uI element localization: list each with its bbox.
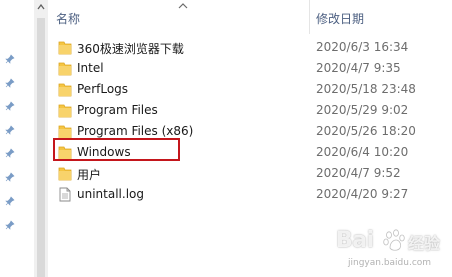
- file-name: PerfLogs: [77, 82, 129, 96]
- file-row[interactable]: PerfLogs 2020/5/18 23:48: [48, 80, 452, 101]
- nav-pane-scrollbar[interactable]: [34, 0, 48, 277]
- file-date-modified: 2020/4/20 9:27: [316, 187, 409, 201]
- file-row[interactable]: Program Files 2020/5/29 9:02: [48, 101, 452, 122]
- file-date-modified: 2020/6/4 10:20: [316, 145, 409, 159]
- folder-icon: [58, 83, 72, 97]
- pin-icon[interactable]: [5, 148, 15, 158]
- file-name: Windows: [77, 145, 131, 159]
- pin-icon[interactable]: [5, 220, 15, 230]
- column-header-name[interactable]: 名称: [56, 10, 80, 27]
- file-row[interactable]: Intel 2020/4/7 9:35: [48, 59, 452, 80]
- scroll-up-button[interactable]: [34, 0, 48, 14]
- folder-icon: [58, 41, 72, 55]
- column-header-date-modified[interactable]: 修改日期: [316, 10, 364, 27]
- folder-icon: [58, 125, 72, 139]
- pin-icon[interactable]: [5, 54, 15, 64]
- column-header-row: 名称 修改日期: [48, 0, 452, 34]
- sort-ascending-icon: [178, 3, 188, 9]
- file-name: 用户: [77, 168, 102, 182]
- scrollbar-thumb[interactable]: [37, 18, 45, 277]
- file-date-modified: 2020/6/3 16:34: [316, 40, 409, 54]
- pin-icon[interactable]: [5, 172, 15, 182]
- file-date-modified: 2020/5/18 23:48: [316, 82, 416, 96]
- file-list: 360极速浏览器下载 2020/6/3 16:34 Intel 2020/4/7…: [48, 34, 452, 277]
- navigation-pane: [0, 0, 30, 277]
- file-name: 360极速浏览器下载: [77, 42, 184, 56]
- chevron-up-icon: [37, 4, 45, 10]
- folder-icon: [58, 146, 72, 160]
- file-row[interactable]: unintall.log 2020/4/20 9:27: [48, 185, 452, 206]
- file-name: Intel: [77, 61, 104, 75]
- file-row[interactable]: 用户 2020/4/7 9:52: [48, 164, 452, 185]
- pin-icon[interactable]: [5, 125, 15, 135]
- file-name: Program Files: [77, 103, 158, 117]
- folder-icon: [58, 62, 72, 76]
- text-file-icon: [59, 187, 71, 202]
- file-row[interactable]: Windows 2020/6/4 10:20: [48, 143, 452, 164]
- column-divider[interactable]: [309, 0, 310, 34]
- file-row[interactable]: Program Files (x86) 2020/5/26 18:20: [48, 122, 452, 143]
- file-name: Program Files (x86): [77, 124, 194, 138]
- file-row[interactable]: 360极速浏览器下载 2020/6/3 16:34: [48, 38, 452, 59]
- pin-icon[interactable]: [5, 196, 15, 206]
- file-name: unintall.log: [77, 187, 144, 201]
- folder-icon: [58, 104, 72, 118]
- file-date-modified: 2020/5/26 18:20: [316, 124, 416, 138]
- pin-icon[interactable]: [5, 78, 15, 88]
- file-date-modified: 2020/5/29 9:02: [316, 103, 409, 117]
- folder-icon: [58, 167, 72, 181]
- pin-icon[interactable]: [5, 101, 15, 111]
- file-date-modified: 2020/4/7 9:35: [316, 61, 401, 75]
- file-date-modified: 2020/4/7 9:52: [316, 166, 401, 180]
